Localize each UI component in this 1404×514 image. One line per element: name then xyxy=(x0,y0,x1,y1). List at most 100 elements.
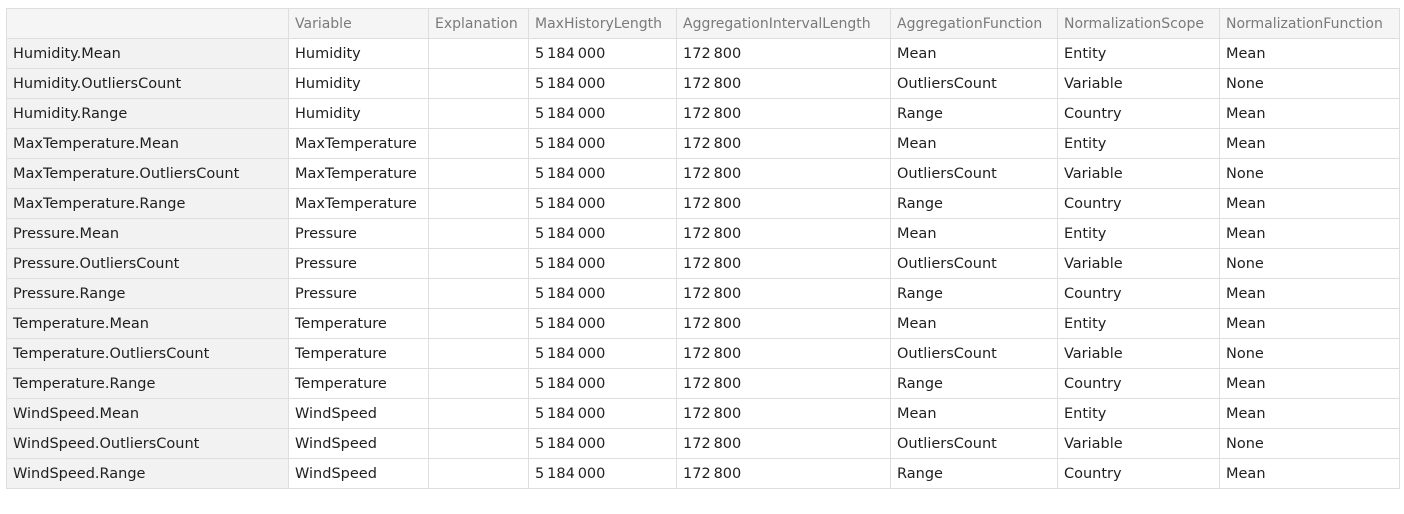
cell-normalization-scope[interactable]: Variable xyxy=(1057,248,1220,279)
cell-aggregation-function[interactable]: Mean xyxy=(890,38,1058,69)
cell-explanation[interactable] xyxy=(428,458,529,489)
cell-aggregation-function[interactable]: Mean xyxy=(890,398,1058,429)
cell-normalization-scope[interactable]: Entity xyxy=(1057,218,1220,249)
cell-variable[interactable]: MaxTemperature xyxy=(288,158,429,189)
table-row[interactable]: Humidity.Mean Humidity 5 184 000 172 800 Mea… xyxy=(6,38,1400,69)
cell-normalization-function[interactable]: Mean xyxy=(1219,218,1400,249)
row-header[interactable]: Temperature.Mean xyxy=(6,308,289,339)
cell-aggregation-interval-length[interactable]: 172 800 xyxy=(676,428,891,459)
cell-normalization-function[interactable]: Mean xyxy=(1219,398,1400,429)
cell-variable[interactable]: WindSpeed xyxy=(288,428,429,459)
cell-explanation[interactable] xyxy=(428,98,529,129)
table-row[interactable]: Pressure.Range Pressure 5 184 000 172 800 Ra… xyxy=(6,278,1400,309)
row-header[interactable]: WindSpeed.Range xyxy=(6,458,289,489)
row-header[interactable]: Pressure.OutliersCount xyxy=(6,248,289,279)
cell-aggregation-interval-length[interactable]: 172 800 xyxy=(676,278,891,309)
cell-aggregation-interval-length[interactable]: 172 800 xyxy=(676,458,891,489)
cell-variable[interactable]: Humidity xyxy=(288,38,429,69)
cell-aggregation-function[interactable]: Mean xyxy=(890,128,1058,159)
table-row[interactable]: WindSpeed.Range WindSpeed 5 184 000 172 800… xyxy=(6,458,1400,489)
cell-normalization-scope[interactable]: Entity xyxy=(1057,38,1220,69)
cell-normalization-function[interactable]: Mean xyxy=(1219,38,1400,69)
cell-max-history-length[interactable]: 5 184 000 xyxy=(528,428,677,459)
table-row[interactable]: WindSpeed.Mean WindSpeed 5 184 000 172 800 M… xyxy=(6,398,1400,429)
cell-explanation[interactable] xyxy=(428,158,529,189)
cell-aggregation-function[interactable]: OutliersCount xyxy=(890,338,1058,369)
cell-max-history-length[interactable]: 5 184 000 xyxy=(528,98,677,129)
table-row[interactable]: Pressure.Mean Pressure 5 184 000 172 800 Mea… xyxy=(6,218,1400,249)
table-row[interactable]: WindSpeed.OutliersCount WindSpeed 5 184 00… xyxy=(6,428,1400,459)
cell-max-history-length[interactable]: 5 184 000 xyxy=(528,68,677,99)
cell-aggregation-function[interactable]: Range xyxy=(890,98,1058,129)
row-header[interactable]: MaxTemperature.OutliersCount xyxy=(6,158,289,189)
table-row[interactable]: Humidity.OutliersCount Humidity 5 184 000 1… xyxy=(6,68,1400,99)
cell-variable[interactable]: Humidity xyxy=(288,98,429,129)
cell-normalization-scope[interactable]: Entity xyxy=(1057,128,1220,159)
cell-aggregation-interval-length[interactable]: 172 800 xyxy=(676,188,891,219)
cell-aggregation-interval-length[interactable]: 172 800 xyxy=(676,248,891,279)
cell-aggregation-interval-length[interactable]: 172 800 xyxy=(676,98,891,129)
cell-aggregation-interval-length[interactable]: 172 800 xyxy=(676,338,891,369)
cell-normalization-function[interactable]: Mean xyxy=(1219,308,1400,339)
cell-aggregation-interval-length[interactable]: 172 800 xyxy=(676,128,891,159)
column-header-normalization-function[interactable]: NormalizationFunction xyxy=(1219,8,1400,39)
cell-normalization-function[interactable]: Mean xyxy=(1219,458,1400,489)
cell-aggregation-function[interactable]: Mean xyxy=(890,308,1058,339)
cell-normalization-scope[interactable]: Variable xyxy=(1057,338,1220,369)
table-row[interactable]: MaxTemperature.OutliersCount MaxTemperatu… xyxy=(6,158,1400,189)
cell-variable[interactable]: Pressure xyxy=(288,248,429,279)
cell-explanation[interactable] xyxy=(428,38,529,69)
column-header-normalization-scope[interactable]: NormalizationScope xyxy=(1057,8,1220,39)
cell-explanation[interactable] xyxy=(428,248,529,279)
column-header-max-history-length[interactable]: MaxHistoryLength xyxy=(528,8,677,39)
cell-normalization-scope[interactable]: Country xyxy=(1057,278,1220,309)
row-header[interactable]: Temperature.Range xyxy=(6,368,289,399)
row-header[interactable]: Humidity.Range xyxy=(6,98,289,129)
cell-aggregation-function[interactable]: OutliersCount xyxy=(890,428,1058,459)
cell-normalization-scope[interactable]: Country xyxy=(1057,368,1220,399)
cell-normalization-function[interactable]: Mean xyxy=(1219,98,1400,129)
cell-variable[interactable]: Pressure xyxy=(288,218,429,249)
cell-max-history-length[interactable]: 5 184 000 xyxy=(528,308,677,339)
row-header[interactable]: Temperature.OutliersCount xyxy=(6,338,289,369)
cell-max-history-length[interactable]: 5 184 000 xyxy=(528,158,677,189)
cell-aggregation-function[interactable]: OutliersCount xyxy=(890,68,1058,99)
cell-explanation[interactable] xyxy=(428,128,529,159)
cell-aggregation-interval-length[interactable]: 172 800 xyxy=(676,398,891,429)
column-header-aggregation-function[interactable]: AggregationFunction xyxy=(890,8,1058,39)
row-header[interactable]: Pressure.Range xyxy=(6,278,289,309)
cell-normalization-scope[interactable]: Country xyxy=(1057,458,1220,489)
cell-variable[interactable]: WindSpeed xyxy=(288,458,429,489)
cell-aggregation-function[interactable]: Range xyxy=(890,188,1058,219)
cell-max-history-length[interactable]: 5 184 000 xyxy=(528,38,677,69)
cell-normalization-function[interactable]: Mean xyxy=(1219,368,1400,399)
cell-aggregation-function[interactable]: Range xyxy=(890,458,1058,489)
table-row[interactable]: Temperature.Mean Temperature 5 184 000 172 … xyxy=(6,308,1400,339)
cell-explanation[interactable] xyxy=(428,428,529,459)
cell-explanation[interactable] xyxy=(428,188,529,219)
cell-normalization-function[interactable]: Mean xyxy=(1219,278,1400,309)
cell-normalization-function[interactable]: None xyxy=(1219,338,1400,369)
cell-aggregation-interval-length[interactable]: 172 800 xyxy=(676,158,891,189)
cell-max-history-length[interactable]: 5 184 000 xyxy=(528,338,677,369)
cell-max-history-length[interactable]: 5 184 000 xyxy=(528,188,677,219)
row-header[interactable]: WindSpeed.OutliersCount xyxy=(6,428,289,459)
cell-normalization-scope[interactable]: Entity xyxy=(1057,308,1220,339)
cell-max-history-length[interactable]: 5 184 000 xyxy=(528,368,677,399)
table-row[interactable]: Temperature.OutliersCount Temperature 5 18… xyxy=(6,338,1400,369)
cell-max-history-length[interactable]: 5 184 000 xyxy=(528,218,677,249)
table-row[interactable]: MaxTemperature.Range MaxTemperature 5 184 … xyxy=(6,188,1400,219)
cell-explanation[interactable] xyxy=(428,338,529,369)
cell-normalization-scope[interactable]: Country xyxy=(1057,98,1220,129)
cell-normalization-scope[interactable]: Variable xyxy=(1057,68,1220,99)
cell-aggregation-function[interactable]: OutliersCount xyxy=(890,158,1058,189)
row-header[interactable]: Humidity.OutliersCount xyxy=(6,68,289,99)
cell-normalization-function[interactable]: Mean xyxy=(1219,188,1400,219)
column-header-explanation[interactable]: Explanation xyxy=(428,8,529,39)
cell-variable[interactable]: Temperature xyxy=(288,368,429,399)
cell-variable[interactable]: Pressure xyxy=(288,278,429,309)
cell-aggregation-function[interactable]: Range xyxy=(890,368,1058,399)
cell-variable[interactable]: MaxTemperature xyxy=(288,128,429,159)
cell-normalization-function[interactable]: None xyxy=(1219,158,1400,189)
cell-max-history-length[interactable]: 5 184 000 xyxy=(528,398,677,429)
